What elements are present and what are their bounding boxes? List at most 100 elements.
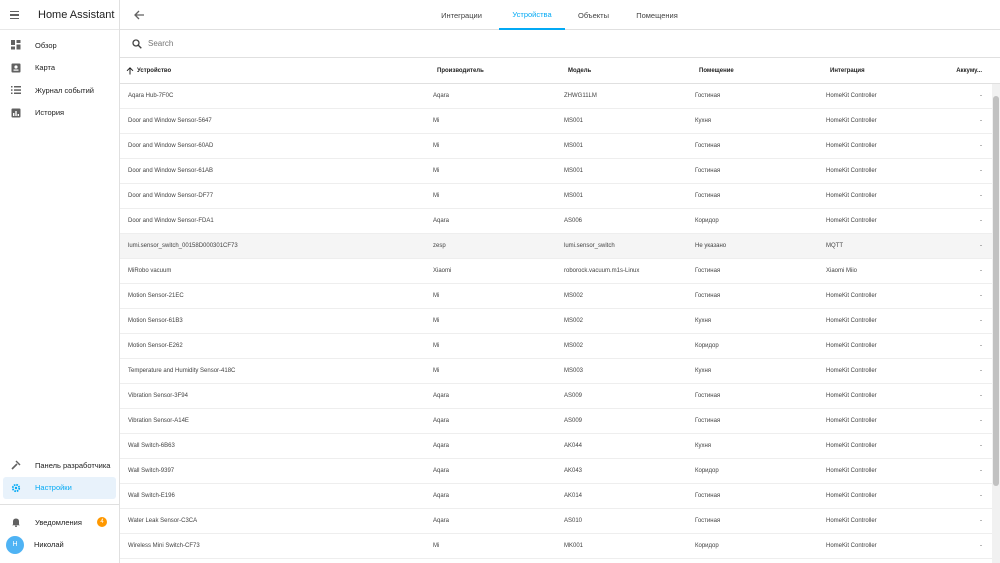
cell-device: Aqara Hub-7F0C	[128, 93, 174, 99]
cell-area: Кухня	[695, 443, 712, 449]
notification-badge: 4	[97, 517, 107, 528]
cell-area: Гостиная	[695, 493, 721, 499]
tab-devices[interactable]: Устройства	[499, 0, 565, 30]
table-row[interactable]: Motion Sensor-21EC Mi MS002 Гостиная HomeKit…	[120, 284, 1000, 309]
search-input[interactable]	[148, 39, 448, 48]
cell-device: Door and Window Sensor-5647	[128, 118, 212, 124]
cell-integration: HomeKit Controller	[826, 318, 877, 324]
cell-integration: HomeKit Controller	[826, 293, 877, 299]
cell-manufacturer: Aqara	[433, 218, 450, 224]
sidebar-item-notifications[interactable]: Уведомления 4	[0, 511, 119, 534]
sidebar-item-user[interactable]: Н Николай	[0, 534, 119, 557]
column-header-battery[interactable]: Аккуму...	[956, 68, 986, 74]
sidebar-item-overview[interactable]: Обзор	[0, 34, 119, 57]
column-header-area[interactable]: Помещение	[695, 68, 826, 74]
table-row[interactable]: lumi.sensor_switch_00158D000301CF73 zesp l…	[120, 234, 1000, 259]
scrollbar[interactable]	[992, 84, 1000, 563]
table-row[interactable]: Door and Window Sensor-61AB Mi MS001 Гостин…	[120, 159, 1000, 184]
tab-integrations[interactable]: Интеграции	[424, 0, 499, 30]
cell-device: Water Leak Sensor-C3CA	[128, 518, 198, 524]
column-header-model[interactable]: Модель	[564, 68, 695, 74]
cell-battery: -	[980, 543, 982, 549]
cell-integration: MQTT	[826, 243, 843, 249]
table-row[interactable]: Wall Switch-6B63 Aqara AK044 Кухня HomeKit C…	[120, 434, 1000, 459]
cell-model: MS002	[564, 343, 584, 349]
cell-manufacturer: Aqara	[433, 393, 450, 399]
menu-icon[interactable]	[10, 10, 22, 20]
table-row[interactable]: Door and Window Sensor-FDA1 Aqara AS006 Кор…	[120, 209, 1000, 234]
column-header-integration[interactable]: Интеграция	[826, 68, 956, 74]
cell-integration: HomeKit Controller	[826, 218, 877, 224]
table-row[interactable]: Door and Window Sensor-5647 Mi MS001 Кухня H…	[120, 109, 1000, 134]
cell-battery: -	[980, 93, 982, 99]
tab-areas[interactable]: Помещения	[622, 0, 692, 30]
table-row[interactable]: Wireless Mini Switch-CF73 Mi MK001 Коридор H…	[120, 534, 1000, 559]
sidebar-item-label: Николай	[34, 540, 64, 550]
cell-integration: HomeKit Controller	[826, 443, 877, 449]
table-row[interactable]: Temperature and Humidity Sensor-418C Mi MS…	[120, 359, 1000, 384]
cell-manufacturer: Aqara	[433, 443, 450, 449]
sidebar-item-settings[interactable]: Настройки	[3, 476, 116, 499]
table-row[interactable]: Aqara Hub-7F0C Aqara ZHWG11LM Гостиная HomeK…	[120, 84, 1000, 109]
hammer-icon	[10, 460, 21, 471]
logbook-icon	[10, 85, 21, 96]
table-row[interactable]: Water Leak Sensor-C3CA Aqara AS010 Гостиная…	[120, 509, 1000, 534]
sidebar-item-logbook[interactable]: Журнал событий	[0, 79, 119, 102]
cell-integration: HomeKit Controller	[826, 143, 877, 149]
table-row[interactable]: Door and Window Sensor-DF77 Mi MS001 Гостин…	[120, 184, 1000, 209]
map-icon	[10, 62, 21, 73]
cell-device: Wall Switch-E196	[128, 493, 175, 499]
sort-ascending-icon	[126, 66, 134, 74]
sidebar-item-map[interactable]: Карта	[0, 57, 119, 80]
cell-manufacturer: Aqara	[433, 518, 450, 524]
cell-area: Кухня	[695, 118, 712, 124]
column-header-manufacturer[interactable]: Производитель	[433, 68, 564, 74]
cell-model: AS010	[564, 518, 583, 524]
cell-device: lumi.sensor_switch_00158D000301CF73	[128, 243, 238, 249]
cell-area: Коридор	[695, 218, 719, 224]
cell-area: Коридор	[695, 468, 719, 474]
sidebar-header: Home Assistant	[0, 0, 119, 30]
cell-battery: -	[980, 168, 982, 174]
cell-model: MS003	[564, 368, 584, 374]
gear-icon	[10, 482, 21, 493]
cell-battery: -	[980, 143, 982, 149]
table-row[interactable]: Motion Sensor-61B3 Mi MS002 Кухня HomeKit Co…	[120, 309, 1000, 334]
sidebar-item-history[interactable]: История	[0, 102, 119, 125]
cell-area: Кухня	[695, 318, 712, 324]
cell-area: Не указано	[695, 243, 727, 249]
scrollbar-thumb[interactable]	[993, 96, 999, 486]
cell-device: Wireless Mini Switch-CF73	[128, 543, 200, 549]
cell-integration: HomeKit Controller	[826, 168, 877, 174]
tab-entities[interactable]: Объекты	[565, 0, 622, 30]
cell-model: AK043	[564, 468, 583, 474]
cell-model: AS006	[564, 218, 583, 224]
cell-model: MS001	[564, 193, 584, 199]
cell-battery: -	[980, 343, 982, 349]
table-row[interactable]: Vibration Sensor-A14E Aqara AS009 Гостиная H…	[120, 409, 1000, 434]
cell-manufacturer: Mi	[433, 118, 440, 124]
table-row[interactable]: Wall Switch-9397 Aqara AK043 Коридор HomeKit…	[120, 459, 1000, 484]
table-body: Aqara Hub-7F0C Aqara ZHWG11LM Гостиная HomeK…	[120, 84, 1000, 559]
table-row[interactable]: Vibration Sensor-3F94 Aqara AS009 Гостиная H…	[120, 384, 1000, 409]
back-arrow-icon[interactable]	[132, 8, 146, 22]
cell-manufacturer: Xiaomi	[433, 268, 452, 274]
table-row[interactable]: Motion Sensor-E262 Mi MS002 Коридор HomeKit …	[120, 334, 1000, 359]
column-header-device[interactable]: Устройство	[120, 66, 433, 75]
table-row[interactable]: Wall Switch-E196 Aqara AK014 Гостиная HomeKi…	[120, 484, 1000, 509]
cell-manufacturer: zesp	[433, 243, 446, 249]
cell-model: AK044	[564, 443, 583, 449]
cell-model: MS002	[564, 293, 584, 299]
cell-model: MS002	[564, 318, 584, 324]
cell-battery: -	[980, 118, 982, 124]
cell-area: Гостиная	[695, 193, 721, 199]
cell-device: Motion Sensor-E262	[128, 343, 183, 349]
table-header: Устройство Производитель Модель Помещени…	[120, 58, 1000, 84]
table-row[interactable]: Door and Window Sensor-60AD Mi MS001 Гостин…	[120, 134, 1000, 159]
cell-model: AK014	[564, 493, 583, 499]
sidebar-item-developer-tools[interactable]: Панель разработчика	[0, 454, 119, 477]
cell-area: Гостиная	[695, 93, 721, 99]
sidebar-item-label: Карта	[35, 63, 56, 73]
table-row[interactable]: MiRobo vacuum Xiaomi roborock.vacuum.m1s-L…	[120, 259, 1000, 284]
cell-device: Vibration Sensor-A14E	[128, 418, 189, 424]
